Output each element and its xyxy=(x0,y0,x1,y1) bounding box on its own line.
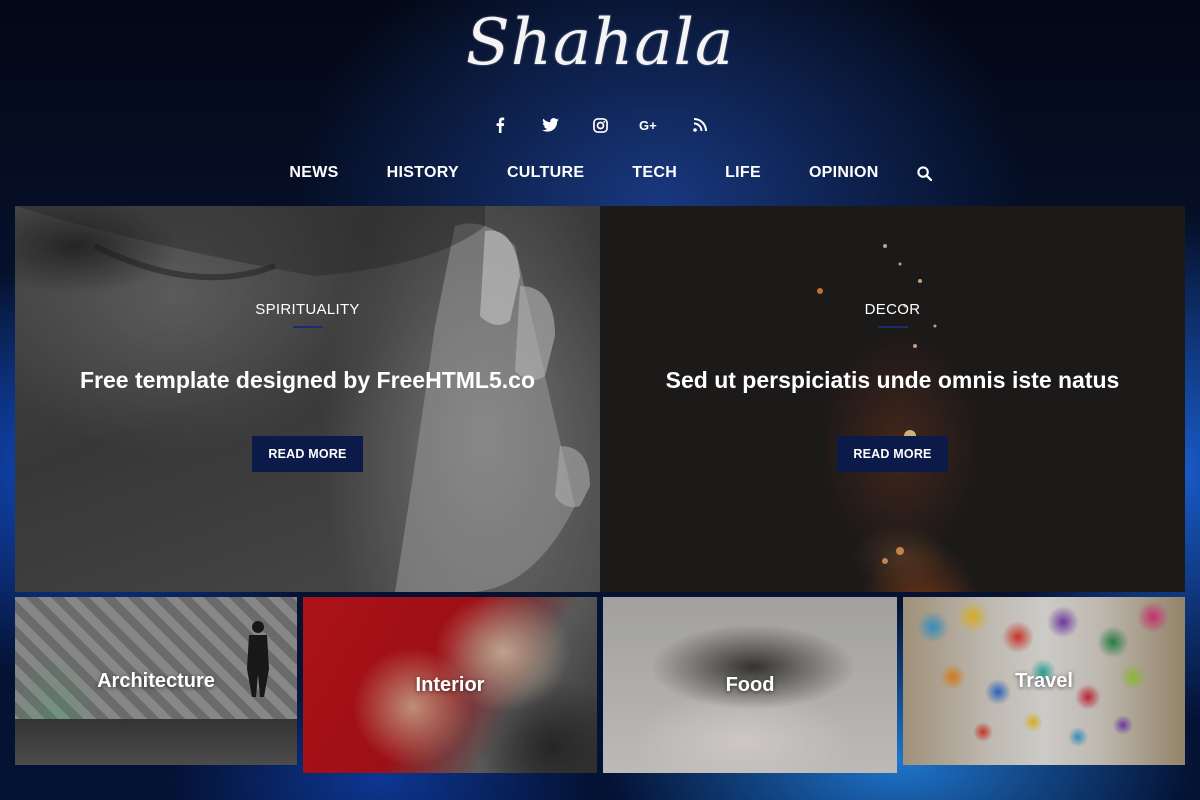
hero-content: SPIRITUALITY Free template designed by F… xyxy=(15,206,600,472)
nav-item-opinion[interactable]: OPINION xyxy=(808,160,880,186)
main-nav: NEWS HISTORY CULTURE TECH LIFE OPINION xyxy=(0,160,1200,186)
tile-label: Travel xyxy=(1015,669,1073,692)
category-tile-travel[interactable]: Travel xyxy=(903,597,1185,765)
read-more-button[interactable]: READ MORE xyxy=(837,436,948,472)
read-more-button[interactable]: READ MORE xyxy=(252,436,363,472)
nav-item-history[interactable]: HISTORY xyxy=(386,160,460,186)
nav-item-news[interactable]: NEWS xyxy=(288,160,339,186)
social-links: G+ xyxy=(0,112,1200,138)
tile-label: Architecture xyxy=(97,669,215,692)
hero-card-decor[interactable]: DECOR Sed ut perspiciatis unde omnis ist… xyxy=(600,206,1185,592)
category-tile-interior[interactable]: Interior xyxy=(303,597,597,773)
twitter-icon[interactable] xyxy=(539,112,561,138)
site-header: Shahala G+ NEWS HISTORY CULTURE TECH LIF… xyxy=(0,0,1200,206)
tile-label: Food xyxy=(725,673,775,696)
hero-title[interactable]: Free template designed by FreeHTML5.co xyxy=(73,366,543,394)
google-plus-icon[interactable]: G+ xyxy=(639,112,661,138)
svg-text:G+: G+ xyxy=(639,118,657,132)
category-underline xyxy=(877,326,908,328)
nav-item-life[interactable]: LIFE xyxy=(724,160,762,186)
hero-category[interactable]: SPIRITUALITY xyxy=(15,301,600,318)
nav-item-culture[interactable]: CULTURE xyxy=(506,160,585,186)
instagram-icon[interactable] xyxy=(589,112,611,138)
hero-title[interactable]: Sed ut perspiciatis unde omnis iste natu… xyxy=(658,366,1128,394)
tile-label: Interior xyxy=(415,673,485,696)
site-logo[interactable]: Shahala xyxy=(0,6,1200,80)
hero-content: DECOR Sed ut perspiciatis unde omnis ist… xyxy=(600,206,1185,472)
category-underline xyxy=(292,326,323,328)
hero-card-spirituality[interactable]: SPIRITUALITY Free template designed by F… xyxy=(15,206,600,592)
nav-item-tech[interactable]: TECH xyxy=(631,160,678,186)
rss-icon[interactable] xyxy=(689,112,711,138)
search-icon[interactable] xyxy=(915,161,935,185)
category-tile-architecture[interactable]: Architecture xyxy=(15,597,297,765)
facebook-icon[interactable] xyxy=(489,112,511,138)
category-tile-food[interactable]: Food xyxy=(603,597,897,773)
hero-category[interactable]: DECOR xyxy=(600,301,1185,318)
